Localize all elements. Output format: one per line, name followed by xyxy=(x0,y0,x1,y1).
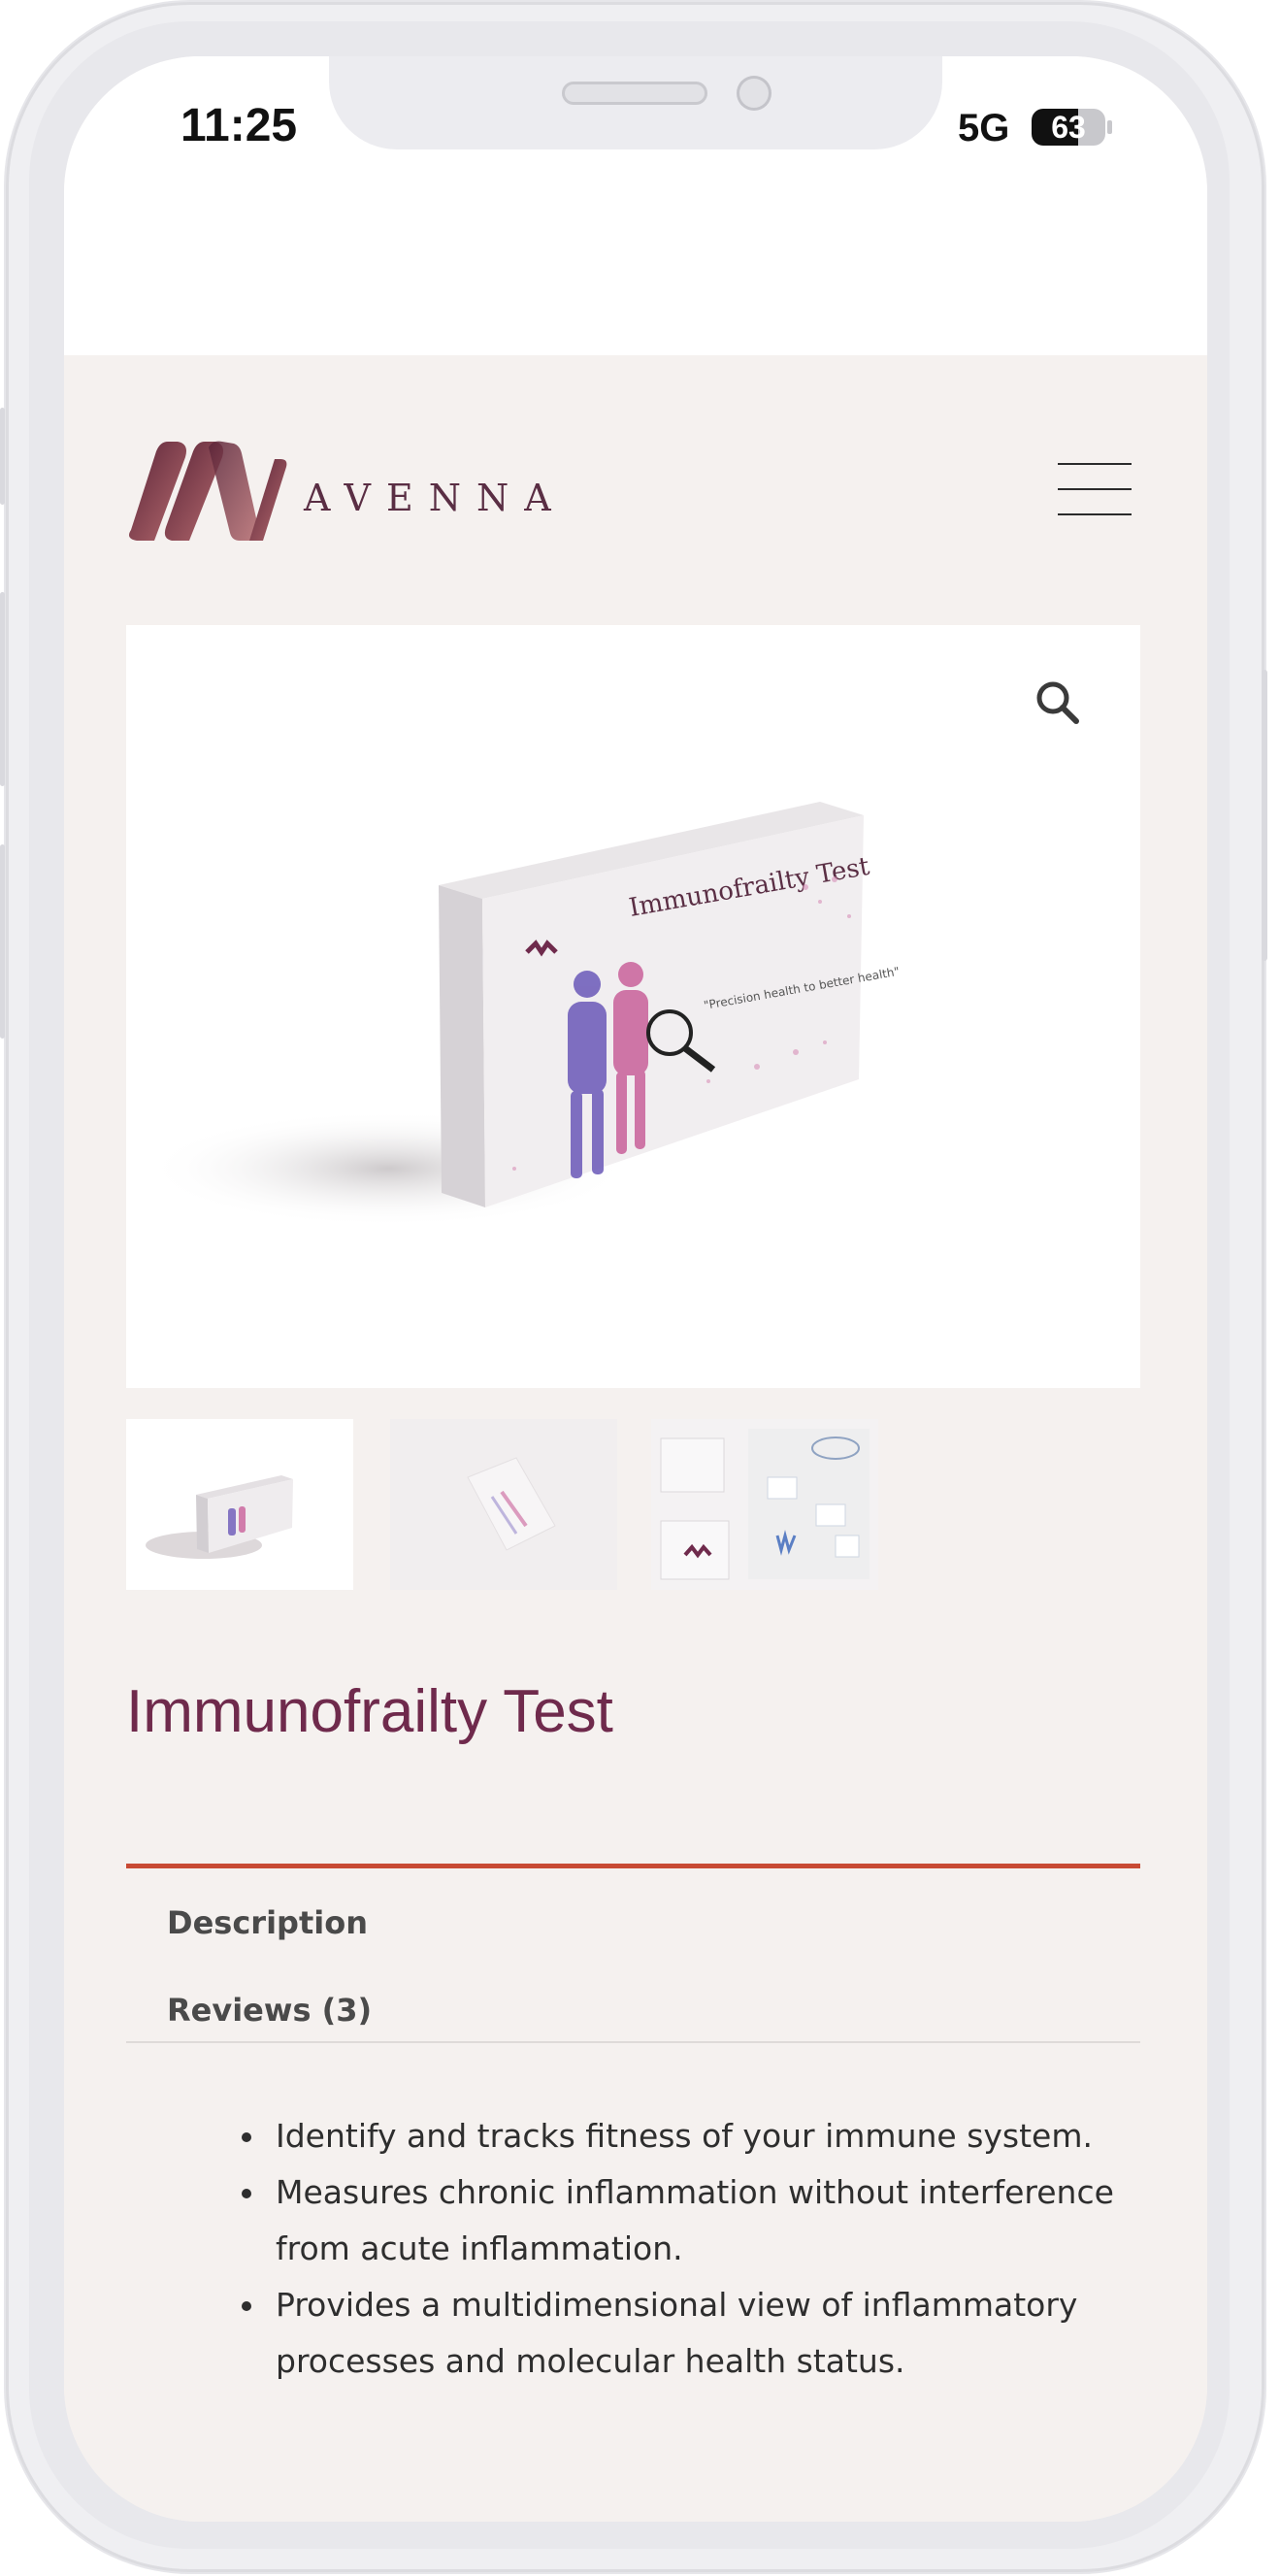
volume-up-button xyxy=(0,592,5,786)
battery-tip xyxy=(1107,120,1112,134)
search-icon[interactable] xyxy=(1034,678,1082,727)
avenna-logo-mark[interactable] xyxy=(125,438,290,543)
speaker-grille xyxy=(562,82,707,105)
list-item: Identify and tracks fitness of your immu… xyxy=(268,2108,1141,2164)
volume-down-button xyxy=(0,844,5,1039)
hamburger-line xyxy=(1058,513,1132,515)
tab-description[interactable]: Description xyxy=(167,1904,368,1941)
thumbnail-leaflet-image xyxy=(467,1457,556,1551)
mute-switch xyxy=(0,408,5,505)
product-title: Immunofrailty Test xyxy=(126,1678,613,1745)
list-item: Measures chronic inflammation without in… xyxy=(268,2164,1141,2277)
description-bullet-list: Identify and tracks fitness of your immu… xyxy=(239,2108,1141,2390)
brand-wordmark[interactable]: AVENNA xyxy=(304,477,567,519)
tab-active-indicator xyxy=(126,1864,1140,1868)
tabs-divider xyxy=(126,2041,1140,2043)
thumbnail-box-image xyxy=(146,1475,293,1559)
network-indicator: 5G xyxy=(958,107,1010,149)
hamburger-menu-icon[interactable] xyxy=(1058,459,1132,517)
thumbnail-kit-contents-image xyxy=(660,1429,870,1580)
notch xyxy=(329,56,942,149)
hamburger-line xyxy=(1058,488,1132,490)
status-bar: 11:25 5G 63 xyxy=(64,56,1207,355)
product-thumbnail-1[interactable] xyxy=(126,1419,353,1590)
tab-reviews[interactable]: Reviews (3) xyxy=(167,1992,372,2029)
list-item: Provides a multidimensional view of infl… xyxy=(268,2277,1141,2390)
phone-screen: 11:25 5G 63 AVENNA Immunofrailty Test "P… xyxy=(64,56,1207,2522)
power-button xyxy=(1262,670,1267,961)
product-box-image: Immunofrailty Test "Precision health to … xyxy=(146,802,901,1227)
product-thumbnail-3[interactable] xyxy=(651,1419,878,1590)
front-camera xyxy=(737,76,771,111)
status-time: 11:25 xyxy=(181,100,298,151)
hamburger-line xyxy=(1058,463,1132,465)
product-thumbnail-2[interactable] xyxy=(390,1419,617,1590)
website: AVENNA Immunofrailty Test "Precision hea… xyxy=(64,355,1207,2522)
battery-icon: 63 xyxy=(1032,109,1105,146)
product-main-image[interactable]: Immunofrailty Test "Precision health to … xyxy=(126,625,1140,1388)
